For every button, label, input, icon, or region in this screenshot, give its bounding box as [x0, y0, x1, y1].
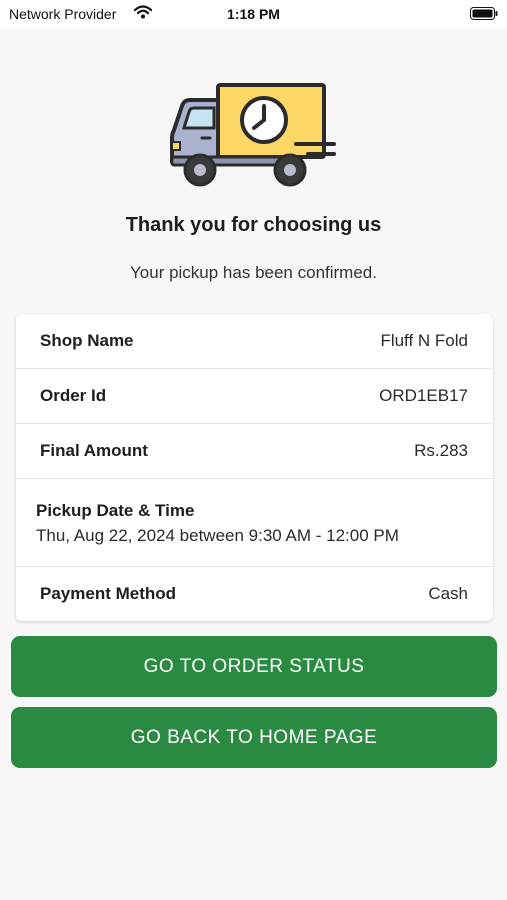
status-bar: Network Provider 1:18 PM	[0, 0, 507, 28]
final-amount-label: Final Amount	[40, 441, 148, 460]
order-details-card: Shop Name Fluff N Fold Order Id ORD1EB17…	[16, 314, 493, 621]
confirmation-title: Thank you for choosing us	[125, 214, 382, 236]
order-id-value: ORD1EB17	[379, 386, 468, 405]
shop-name-value: Fluff N Fold	[380, 331, 468, 350]
delivery-truck-clock-icon	[170, 83, 336, 187]
order-id-row: Order Id ORD1EB17	[16, 369, 493, 424]
pickup-datetime-label: Pickup Date & Time	[36, 501, 195, 520]
payment-method-row: Payment Method Cash	[16, 567, 493, 621]
status-time: 1:18 PM	[227, 6, 280, 22]
payment-method-value: Cash	[428, 584, 468, 603]
go-back-home-button[interactable]: GO BACK TO HOME PAGE	[11, 707, 497, 768]
pickup-datetime-row: Pickup Date & Time Thu, Aug 22, 2024 bet…	[16, 479, 493, 567]
final-amount-value: Rs.283	[414, 441, 468, 460]
order-id-label: Order Id	[40, 386, 107, 405]
confirmation-subtitle: Your pickup has been confirmed.	[130, 263, 377, 282]
pickup-datetime-value: Thu, Aug 22, 2024 between 9:30 AM - 12:0…	[36, 526, 399, 545]
final-amount-row: Final Amount Rs.283	[16, 424, 493, 479]
battery-icon	[470, 7, 498, 20]
go-to-order-status-button[interactable]: GO TO ORDER STATUS	[11, 636, 497, 697]
shop-name-label: Shop Name	[40, 331, 134, 350]
payment-method-label: Payment Method	[40, 584, 177, 603]
shop-name-row: Shop Name Fluff N Fold	[16, 314, 493, 369]
